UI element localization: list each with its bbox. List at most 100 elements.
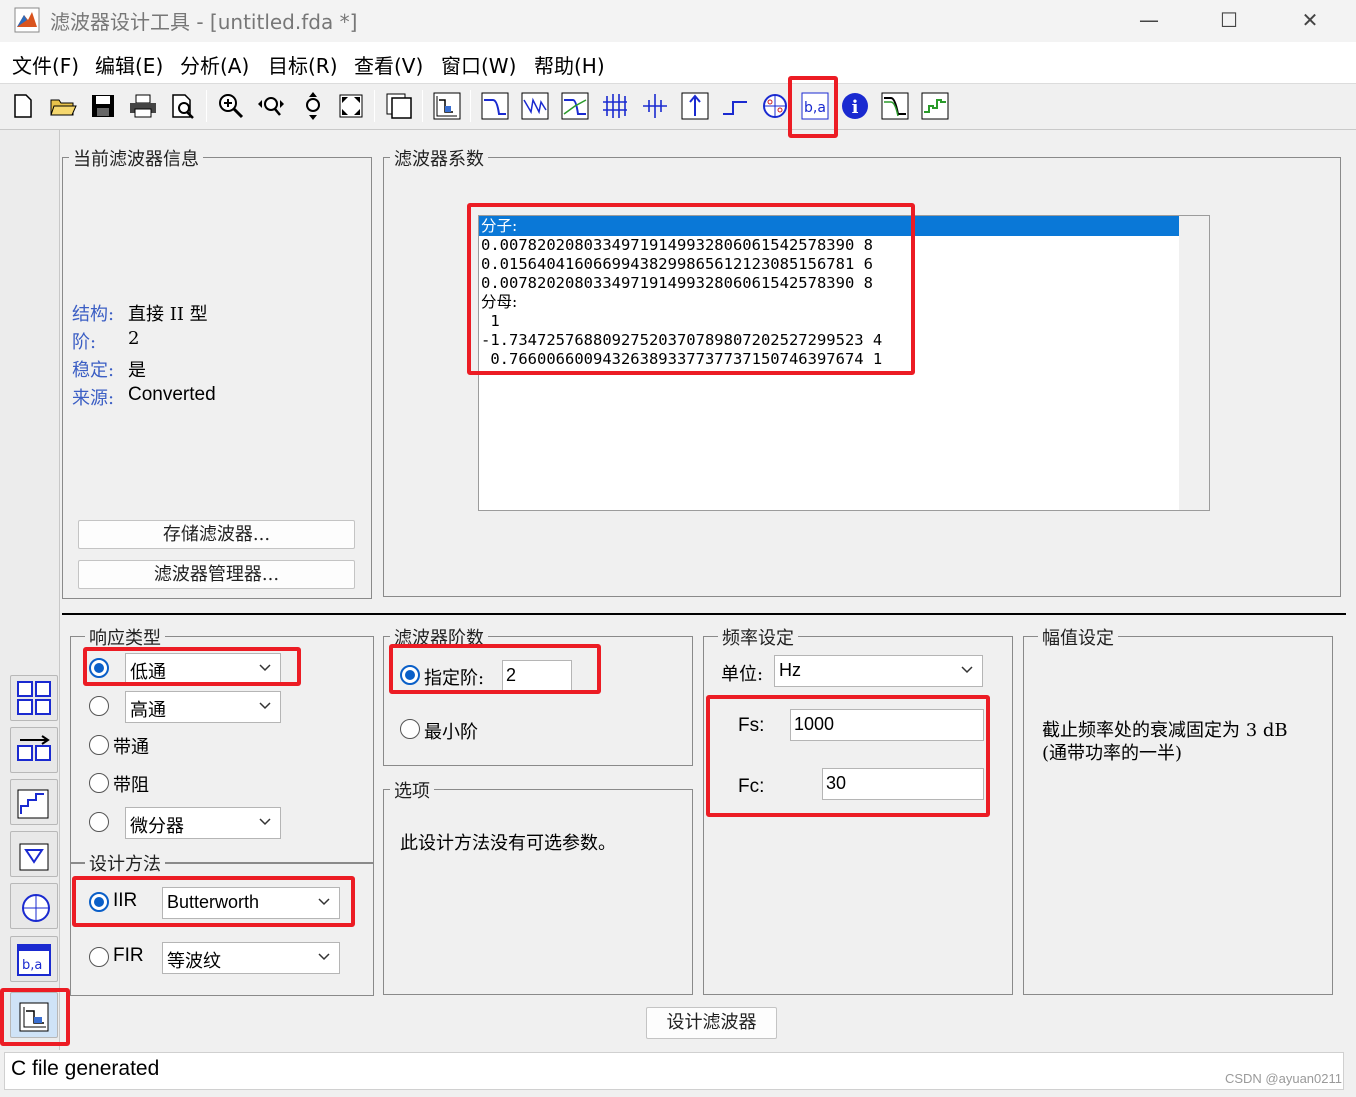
bandstop-label: 带阻 (113, 775, 149, 796)
phase-delay-icon[interactable] (640, 90, 670, 122)
print-preview-icon[interactable] (168, 90, 198, 122)
magnitude-panel: 幅值设定 (1023, 624, 1333, 995)
denominator-coef-0: 1 (481, 312, 500, 330)
transform-filter-button[interactable] (10, 675, 58, 721)
differentiator-radio[interactable] (89, 812, 109, 832)
order-input[interactable]: 2 (502, 660, 572, 692)
zoom-x-icon[interactable] (256, 90, 286, 122)
left-sidebar: b,a (0, 130, 70, 1050)
highpass-radio[interactable] (89, 696, 109, 716)
fs-input[interactable]: 1000 (790, 709, 984, 741)
status-text: C file generated (11, 1057, 160, 1080)
magnitude-response-icon[interactable] (480, 90, 510, 122)
menu-file[interactable]: 文件(F) (12, 50, 79, 79)
fc-input[interactable]: 30 (822, 768, 984, 800)
coefficients-listbox[interactable]: 分子: 0.0078202080334971914993280606154257… (478, 215, 1210, 511)
menu-help[interactable]: 帮助(H) (534, 50, 605, 79)
unit-label: 单位: (721, 664, 764, 685)
full-view-icon[interactable] (336, 90, 366, 122)
options-panel: 选项 (383, 777, 693, 995)
print-icon[interactable] (128, 90, 158, 122)
chevron-down-icon (318, 898, 330, 906)
toolbar-separator (470, 90, 471, 122)
magnitude-text-line2: (通带功率的一半) (1042, 743, 1183, 764)
impulse-response-icon[interactable] (680, 90, 710, 122)
create-multirate-button[interactable] (10, 727, 58, 773)
fir-label: FIR (113, 945, 144, 966)
fs-label: Fs: (738, 715, 765, 736)
maximize-button[interactable]: ☐ (1206, 4, 1252, 36)
iir-method-dropdown[interactable]: Butterworth (162, 887, 340, 919)
differentiator-dropdown[interactable]: 微分器 (125, 807, 281, 839)
design-filter-button[interactable] (10, 992, 58, 1038)
menu-targets[interactable]: 目标(R) (268, 50, 338, 79)
magnitude-title: 幅值设定 (1038, 624, 1118, 650)
unit-dropdown[interactable]: Hz (774, 655, 983, 687)
quantization-button[interactable] (10, 779, 58, 825)
title-bar: 滤波器设计工具 - [untitled.fda *] — ☐ ✕ (0, 0, 1356, 42)
coefficients-title: 滤波器系数 (390, 145, 488, 171)
frequency-panel: 频率设定 (703, 624, 1013, 995)
realize-model-button[interactable] (10, 831, 58, 877)
phase-response-icon[interactable] (520, 90, 550, 122)
stable-value: 是 (128, 360, 146, 381)
menu-analysis[interactable]: 分析(A) (180, 50, 249, 79)
zoom-y-icon[interactable] (298, 90, 328, 122)
new-file-icon[interactable] (8, 90, 38, 122)
filter-coefficients-icon[interactable]: b,a (800, 90, 830, 122)
menu-window[interactable]: 窗口(W) (441, 50, 516, 79)
group-delay-icon[interactable] (600, 90, 630, 122)
round-off-noise-icon[interactable] (920, 90, 950, 122)
lowpass-radio[interactable] (89, 658, 109, 678)
fir-method-dropdown[interactable]: 等波纹 (162, 942, 340, 974)
numerator-coef-1: 0.01564041606699438299865612123085156781… (481, 255, 873, 273)
minimize-button[interactable]: — (1126, 4, 1172, 36)
bandpass-radio[interactable] (89, 735, 109, 755)
chevron-down-icon (961, 666, 973, 674)
close-button[interactable]: ✕ (1287, 4, 1333, 36)
menu-view[interactable]: 查看(V) (354, 50, 423, 79)
iir-radio[interactable] (89, 892, 109, 912)
pole-zero-icon[interactable] (760, 90, 790, 122)
design-area-top-border (62, 613, 1346, 615)
menu-edit[interactable]: 编辑(E) (95, 50, 163, 79)
filter-order-title: 滤波器阶数 (390, 624, 488, 650)
structure-value: 直接 II 型 (128, 304, 208, 325)
bandpass-label: 带通 (113, 737, 149, 758)
filter-order-panel: 滤波器阶数 (383, 624, 693, 766)
numerator-coef-0: 0.00782020803349719149932806061542578390… (481, 236, 873, 254)
new-figure-icon[interactable] (384, 90, 414, 122)
menu-bar: 文件(F) 编辑(E) 分析(A) 目标(R) 查看(V) 窗口(W) 帮助(H… (0, 42, 1356, 84)
store-filter-button[interactable]: 存储滤波器... (78, 520, 355, 549)
magnitude-estimate-icon[interactable] (880, 90, 910, 122)
window-title: 滤波器设计工具 - [untitled.fda *] (50, 10, 358, 34)
frequency-title: 频率设定 (718, 624, 798, 650)
iir-label: IIR (113, 890, 138, 911)
design-filter-action-button[interactable]: 设计滤波器 (646, 1007, 777, 1039)
minimum-order-label: 最小阶 (424, 722, 478, 743)
numerator-coef-2: 0.00782020803349719149932806061542578390… (481, 274, 873, 292)
toolbar-separator (206, 90, 207, 122)
filter-spec-icon[interactable] (432, 90, 462, 122)
zoom-in-icon[interactable] (216, 90, 246, 122)
open-folder-icon[interactable] (48, 90, 78, 122)
stable-key: 稳定: (72, 360, 115, 381)
bandstop-radio[interactable] (89, 773, 109, 793)
order-value: 2 (128, 328, 140, 349)
denominator-label: 分母: (481, 293, 518, 311)
highpass-dropdown[interactable]: 高通 (125, 691, 281, 723)
fir-radio[interactable] (89, 947, 109, 967)
toolbar-separator (422, 90, 423, 122)
import-filter-button[interactable]: b,a (10, 936, 58, 982)
specify-order-radio[interactable] (400, 665, 420, 685)
filter-info-icon[interactable]: i (840, 90, 870, 122)
vertical-scrollbar[interactable] (1179, 216, 1209, 510)
pole-zero-editor-button[interactable] (10, 883, 58, 929)
matlab-app-icon (14, 7, 40, 33)
mag-phase-icon[interactable] (560, 90, 590, 122)
minimum-order-radio[interactable] (400, 719, 420, 739)
filter-manager-button[interactable]: 滤波器管理器... (78, 560, 355, 589)
step-response-icon[interactable] (720, 90, 750, 122)
save-icon[interactable] (88, 90, 118, 122)
lowpass-dropdown[interactable]: 低通 (125, 653, 281, 685)
